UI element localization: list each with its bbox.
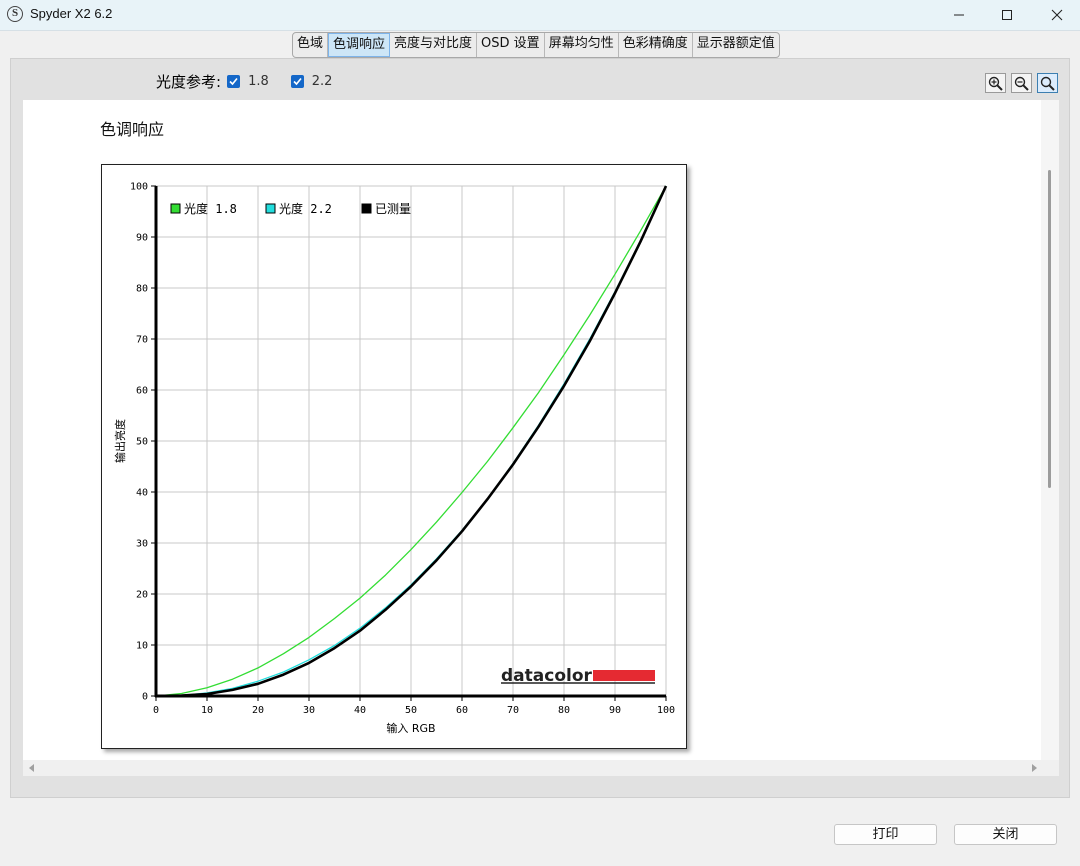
x-tick-label: 100 [657,705,675,716]
title-bar: S Spyder X2 6.2 [0,0,1080,31]
gamma-2-2-label: 2.2 [311,73,333,89]
tab-display-rating[interactable]: 显示器额定值 [693,33,779,57]
x-tick-label: 30 [303,705,315,716]
tone-response-chart: 0 10 20 30 40 50 60 70 80 90 100 0 10 20 30 40 50 60 70 80 9… [101,164,687,749]
minimize-button[interactable] [936,0,982,30]
y-tick-label: 20 [136,590,148,601]
scroll-right-arrow-icon[interactable] [1032,764,1037,772]
y-tick-label: 80 [136,284,148,295]
y-tick-label: 10 [136,641,148,652]
close-window-button[interactable] [1034,0,1080,30]
chart-grid [156,185,667,696]
gamma-1-8-label: 1.8 [248,73,269,89]
gamma-reference-bar: 光度参考: 1.8 2.2 [156,71,354,91]
legend-label-1: 光度 1.8 [184,201,237,216]
vertical-scrollbar[interactable] [1041,100,1059,760]
section-title: 色调响应 [100,120,165,139]
checkmark-icon [229,77,238,85]
report-tabs: 色域 色调响应 亮度与对比度 OSD 设置 屏幕均匀性 色彩精确度 显示器额定值 [292,32,780,58]
tab-gamut[interactable]: 色域 [293,33,329,57]
legend-swatch-2 [265,203,276,214]
x-tick-label: 10 [201,705,213,716]
tab-color-accuracy[interactable]: 色彩精确度 [619,33,693,57]
tone-response-chart-svg: 0 10 20 30 40 50 60 70 80 90 100 0 10 20 30 40 50 60 70 80 9… [113,182,675,736]
print-button[interactable]: 打印 [834,824,937,845]
vertical-scroll-thumb[interactable] [1048,170,1051,488]
scrollbar-corner [1041,760,1059,776]
tab-brightness-contrast[interactable]: 亮度与对比度 [390,33,478,57]
zoom-out-button[interactable] [1011,73,1032,93]
legend-label-2: 光度 2.2 [279,201,332,216]
x-tick-label: 90 [609,705,621,716]
window-title: Spyder X2 6.2 [30,6,113,21]
y-tick-label: 90 [136,233,148,244]
x-tick-label: 40 [354,705,366,716]
datacolor-logo: datacolor [501,666,655,686]
legend-swatch-3 [361,203,372,214]
y-tick-label: 40 [136,488,148,499]
x-tick-label: 60 [456,705,468,716]
zoom-in-button[interactable] [985,73,1006,93]
chart-legend: 光度 1.8 光度 2.2 已测量 [170,201,411,216]
horizontal-scrollbar[interactable] [23,760,1041,776]
y-tick-label: 50 [136,437,148,448]
maximize-button[interactable] [984,0,1030,30]
y-axis-label: 输出亮度 [113,419,127,463]
tab-tone-response[interactable]: 色调响应 [328,33,391,57]
y-tick-label: 70 [136,335,148,346]
tab-osd-settings[interactable]: OSD 设置 [477,33,545,57]
zoom-out-icon [1014,76,1029,91]
minimize-icon [954,14,964,16]
zoom-fit-icon [1040,76,1055,91]
x-tick-label: 70 [507,705,519,716]
x-tick-label: 0 [153,705,159,716]
close-button[interactable]: 关闭 [954,824,1057,845]
zoom-in-icon [988,76,1003,91]
y-tick-label: 30 [136,539,148,550]
x-tick-label: 80 [558,705,570,716]
y-tick-label: 0 [142,692,148,703]
gamma-2-2-checkbox[interactable] [290,74,304,88]
x-tick-label: 50 [405,705,417,716]
x-tick-label: 20 [252,705,264,716]
tab-screen-uniformity[interactable]: 屏幕均匀性 [545,33,619,57]
checkmark-icon [293,77,302,85]
x-axis-label: 输入 RGB [386,721,435,735]
close-icon [1051,9,1063,21]
app-icon: S [7,6,23,22]
legend-swatch-1 [170,203,181,214]
datacolor-red-bar [593,670,655,681]
chart-axes: 0 10 20 30 40 50 60 70 80 90 100 0 10 20 30 40 50 60 70 80 9… [113,182,675,736]
scroll-left-arrow-icon[interactable] [29,764,34,772]
gamma-1-8-checkbox[interactable] [227,74,241,88]
y-tick-label: 60 [136,386,148,397]
gamma-reference-label: 光度参考: [156,72,222,91]
legend-label-3: 已测量 [375,202,411,216]
y-tick-label: 100 [130,182,148,193]
maximize-icon [1002,10,1012,20]
zoom-fit-button[interactable] [1037,73,1058,93]
